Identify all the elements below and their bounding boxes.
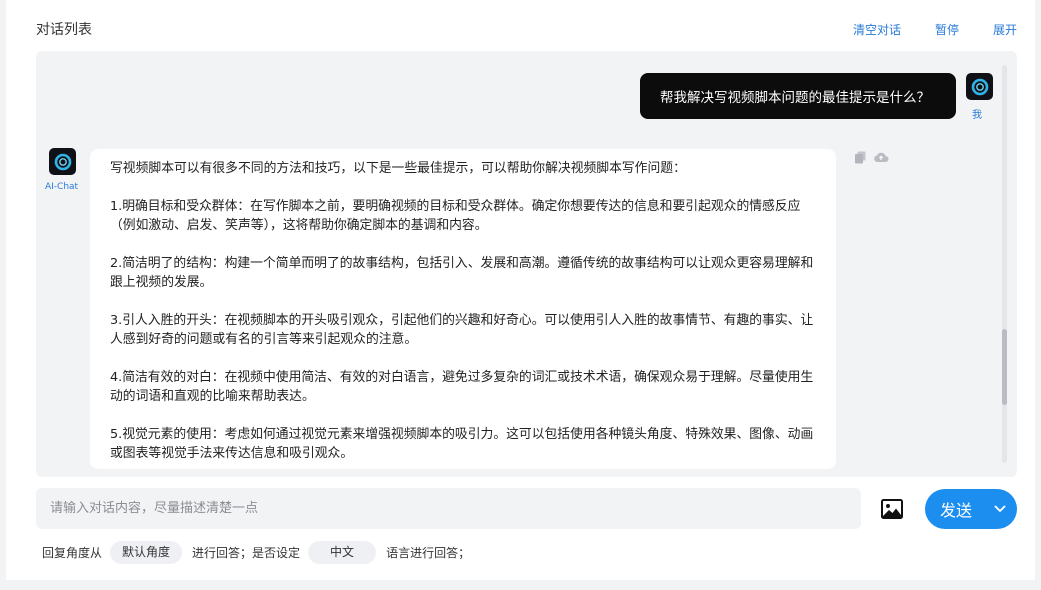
user-message-bubble: 帮我解决写视频脚本问题的最佳提示是什么？	[640, 73, 956, 119]
ai-paragraph: 写视频脚本可以有很多不同的方法和技巧，以下是一些最佳提示，可以帮助你解决视频脚本…	[110, 161, 686, 176]
angle-select[interactable]: 默认角度	[110, 541, 183, 564]
openai-logo-icon	[54, 153, 71, 170]
ai-paragraph: 5.视觉元素的使用：考虑如何通过视觉元素来增强视频脚本的吸引力。这可以包括使用各…	[110, 427, 814, 461]
reply-options: 回复角度从 默认角度 进行回答；是否设定 中文 语言进行回答；	[42, 541, 470, 564]
options-label-angle: 回复角度从	[42, 546, 103, 560]
cloud-upload-icon[interactable]	[873, 151, 889, 164]
ai-message-bubble: 写视频脚本可以有很多不同的方法和技巧，以下是一些最佳提示，可以帮助你解决视频脚本…	[90, 149, 836, 469]
ai-paragraph: 1.明确目标和受众群体：在写作脚本之前，要明确视频的目标和受众群体。确定你想要传…	[110, 199, 801, 233]
message-list[interactable]: 帮我解决写视频脚本问题的最佳提示是什么？ 我 AI-Chat 写视频脚本可以有很…	[36, 51, 1017, 477]
pause-button[interactable]: 暂停	[935, 21, 959, 38]
send-button[interactable]: 发送	[925, 489, 1017, 529]
user-message-text: 帮我解决写视频脚本问题的最佳提示是什么？	[660, 90, 930, 106]
expand-button[interactable]: 展开	[993, 21, 1017, 38]
ai-paragraph: 4.简洁有效的对白：在视频中使用简洁、有效的对白语言，避免过多复杂的词汇或技术术…	[110, 370, 814, 404]
options-label-end: 语言进行回答；	[386, 546, 471, 560]
ai-paragraph: 3.引人入胜的开头：在视频脚本的开头吸引观众，引起他们的兴趣和好奇心。可以使用引…	[110, 313, 814, 347]
ai-paragraph: 2.简洁明了的结构：构建一个简单而明了的故事结构，包括引入、发展和高潮。遵循传统…	[110, 256, 814, 290]
page-title: 对话列表	[36, 22, 92, 38]
ai-avatar	[49, 148, 76, 175]
send-label: 发送	[940, 501, 973, 520]
clear-chat-button[interactable]: 清空对话	[853, 21, 901, 38]
user-name: 我	[972, 110, 982, 121]
language-select[interactable]: 中文	[308, 541, 377, 564]
chevron-down-icon[interactable]	[994, 503, 1006, 515]
upload-image-button[interactable]	[880, 498, 904, 524]
copy-icon[interactable]	[854, 151, 867, 164]
header-actions: 清空对话 暂停 展开	[819, 21, 1017, 38]
message-tools	[854, 151, 889, 164]
user-avatar	[966, 73, 993, 100]
openai-logo-icon	[971, 78, 988, 95]
ai-name: AI-Chat	[45, 182, 79, 192]
message-input[interactable]	[36, 488, 861, 529]
scrollbar-thumb[interactable]	[1002, 329, 1007, 405]
image-icon	[881, 499, 903, 519]
options-label-language: 进行回答；是否设定	[192, 546, 301, 560]
